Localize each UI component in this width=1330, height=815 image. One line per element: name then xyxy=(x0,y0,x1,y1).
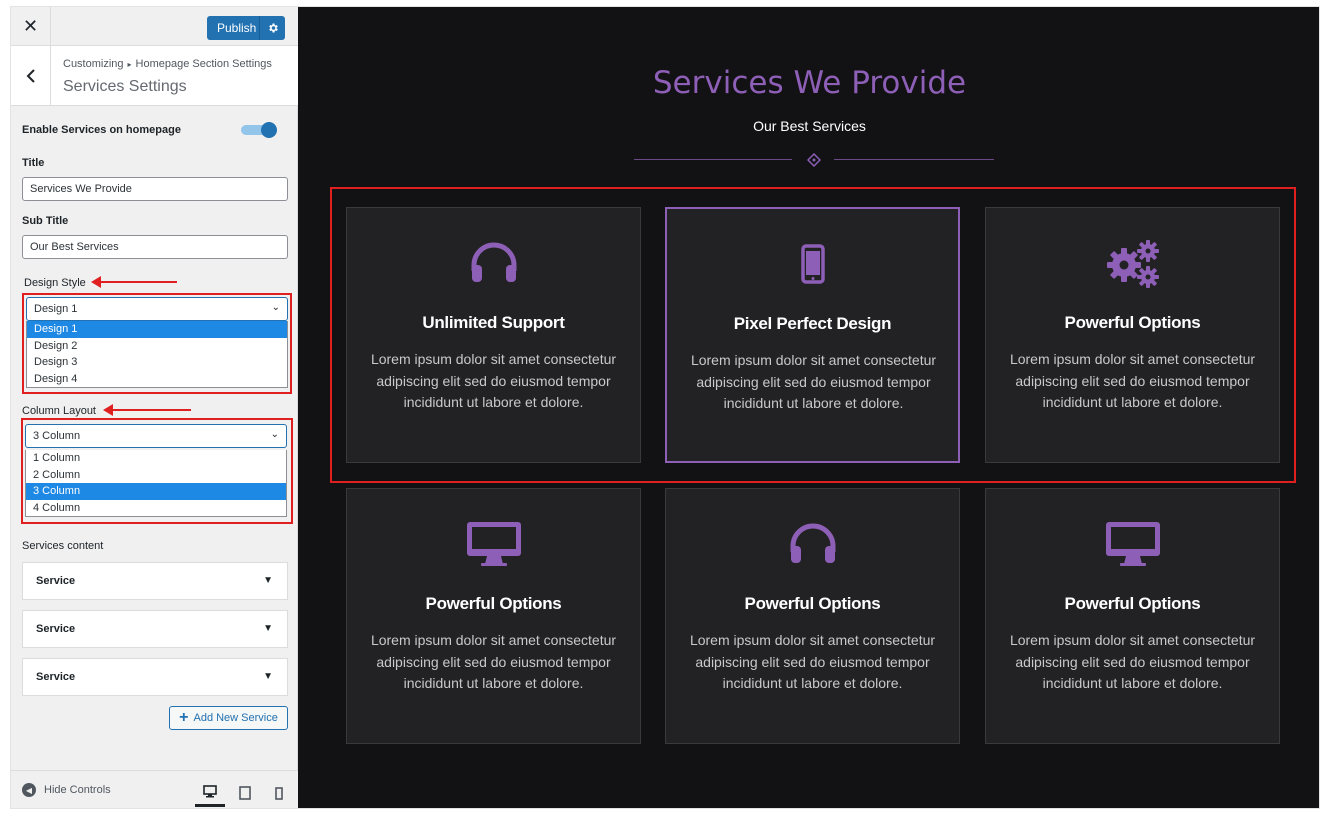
column-layout-option[interactable]: 4 Column xyxy=(26,500,286,517)
close-icon: ✕ xyxy=(22,16,39,36)
service-card-description: Lorem ipsum dolor sit amet consectetur a… xyxy=(370,351,617,411)
desktop-icon xyxy=(347,519,640,569)
publish-settings-button[interactable] xyxy=(259,16,285,40)
headphones-icon xyxy=(347,238,640,288)
service-card-title: Powerful Options xyxy=(744,594,881,613)
breadcrumb-item: Customizing xyxy=(63,58,124,70)
design-style-label: Design Style xyxy=(24,277,86,289)
plus-icon: + xyxy=(179,709,189,726)
chevron-down-icon: ⌄ xyxy=(271,302,280,313)
service-card-title: Powerful Options xyxy=(1064,313,1201,332)
column-layout-highlight: 3 Column ⌄ 1 Column 2 Column 3 Column 4 … xyxy=(21,418,293,524)
heading-divider xyxy=(634,153,994,167)
service-accordion-item[interactable]: Service ▼ xyxy=(22,658,288,696)
design-style-option[interactable]: Design 4 xyxy=(27,371,287,388)
headphones-icon xyxy=(666,519,959,569)
design-style-option[interactable]: Design 3 xyxy=(27,354,287,371)
caret-down-icon: ▼ xyxy=(263,623,273,634)
preview-desktop-button[interactable] xyxy=(195,779,225,807)
subtitle-label: Sub Title xyxy=(22,215,69,227)
sidebar-header: ✕ Publish xyxy=(11,7,298,46)
enable-services-toggle[interactable] xyxy=(241,122,277,138)
chevron-left-icon xyxy=(26,69,35,83)
service-item-label: Service xyxy=(36,671,76,683)
chevron-down-icon: ⌄ xyxy=(270,429,279,440)
publish-button[interactable]: Publish xyxy=(207,16,285,40)
service-card[interactable]: Powerful Options Lorem ipsum dolor sit am… xyxy=(985,488,1280,744)
tablet-icon xyxy=(239,786,251,800)
title-label: Title xyxy=(22,157,45,169)
design-style-options: Design 1 Design 2 Design 3 Design 4 xyxy=(26,321,288,388)
caret-down-icon: ▼ xyxy=(263,671,273,682)
hide-controls-button[interactable]: ◀ Hide Controls xyxy=(22,783,111,797)
service-card[interactable]: Powerful Options Lorem ipsum dolor sit am… xyxy=(665,488,960,744)
caret-down-icon: ▼ xyxy=(263,575,273,586)
design-style-selected: Design 1 xyxy=(34,303,78,315)
service-card-description: Lorem ipsum dolor sit amet consectetur a… xyxy=(690,352,937,412)
design-style-select[interactable]: Design 1 ⌄ xyxy=(26,297,288,321)
services-heading: Services We Provide xyxy=(652,65,967,101)
sidebar-footer: ◀ Hide Controls xyxy=(11,770,298,808)
service-card-title: Powerful Options xyxy=(1064,594,1201,613)
services-subheading: Our Best Services xyxy=(753,118,866,134)
service-card-description: Lorem ipsum dolor sit amet consectetur a… xyxy=(1009,351,1256,411)
preview-mobile-button[interactable] xyxy=(264,779,294,807)
collapse-left-icon: ◀ xyxy=(22,783,36,797)
column-layout-option[interactable]: 1 Column xyxy=(26,450,286,467)
desktop-icon xyxy=(986,519,1279,569)
breadcrumb-separator-icon: ▸ xyxy=(127,60,132,69)
mobile-icon xyxy=(667,239,958,289)
design-style-highlight: Design 1 ⌄ Design 1 Design 2 Design 3 De… xyxy=(22,293,292,394)
service-card-title: Unlimited Support xyxy=(422,313,565,332)
annotation-arrow xyxy=(103,404,191,416)
hide-controls-label: Hide Controls xyxy=(44,784,111,796)
preview-tablet-button[interactable] xyxy=(230,779,260,807)
customizer-window: ✕ Publish Customizing ▸ Homepage Section S… xyxy=(10,6,1320,809)
publish-label: Publish xyxy=(217,21,257,35)
gear-icon xyxy=(268,23,278,33)
column-layout-selected: 3 Column xyxy=(33,430,81,442)
column-layout-option[interactable]: 3 Column xyxy=(26,483,286,500)
diamond-ornament-icon xyxy=(807,153,821,167)
subtitle-input[interactable]: Our Best Services xyxy=(22,235,288,259)
breadcrumb-item: Homepage Section Settings xyxy=(135,58,272,70)
toggle-knob xyxy=(261,122,277,138)
add-new-service-button[interactable]: + Add New Service xyxy=(169,706,288,730)
gears-icon xyxy=(986,238,1279,288)
column-layout-option[interactable]: 2 Column xyxy=(26,467,286,484)
site-preview: Services We Provide Our Best Services Un… xyxy=(298,7,1319,808)
service-accordion-item[interactable]: Service ▼ xyxy=(22,610,288,648)
desktop-icon xyxy=(203,785,217,798)
service-item-label: Service xyxy=(36,623,76,635)
service-card[interactable]: Powerful Options Lorem ipsum dolor sit am… xyxy=(985,207,1280,463)
column-layout-label: Column Layout xyxy=(22,405,96,417)
add-new-service-label: Add New Service xyxy=(193,712,278,724)
service-card-description: Lorem ipsum dolor sit amet consectetur a… xyxy=(1009,632,1256,692)
annotation-arrow xyxy=(91,276,177,288)
back-button[interactable] xyxy=(11,46,51,106)
section-title: Services Settings xyxy=(63,78,187,95)
service-card[interactable]: Pixel Perfect Design Lorem ipsum dolor si… xyxy=(665,207,960,463)
enable-services-label: Enable Services on homepage xyxy=(22,124,181,136)
column-layout-options: 1 Column 2 Column 3 Column 4 Column xyxy=(25,450,287,517)
service-item-label: Service xyxy=(36,575,76,587)
service-card-title: Pixel Perfect Design xyxy=(733,314,892,333)
breadcrumb: Customizing ▸ Homepage Section Settings xyxy=(63,58,272,70)
close-button[interactable]: ✕ xyxy=(11,7,51,46)
service-card-title: Powerful Options xyxy=(425,594,562,613)
service-card-description: Lorem ipsum dolor sit amet consectetur a… xyxy=(370,632,617,692)
service-card[interactable]: Powerful Options Lorem ipsum dolor sit am… xyxy=(346,488,641,744)
mobile-icon xyxy=(275,786,283,800)
services-content-label: Services content xyxy=(22,540,104,552)
column-layout-select[interactable]: 3 Column ⌄ xyxy=(25,424,287,448)
design-style-option[interactable]: Design 2 xyxy=(27,338,287,355)
section-header: Customizing ▸ Homepage Section Settings Se… xyxy=(11,46,298,106)
customizer-sidebar: ✕ Publish Customizing ▸ Homepage Section S… xyxy=(11,7,298,808)
service-card[interactable]: Unlimited Support Lorem ipsum dolor sit a… xyxy=(346,207,641,463)
design-style-option[interactable]: Design 1 xyxy=(27,321,287,338)
service-accordion-item[interactable]: Service ▼ xyxy=(22,562,288,600)
title-input[interactable]: Services We Provide xyxy=(22,177,288,201)
service-card-description: Lorem ipsum dolor sit amet consectetur a… xyxy=(689,632,936,692)
